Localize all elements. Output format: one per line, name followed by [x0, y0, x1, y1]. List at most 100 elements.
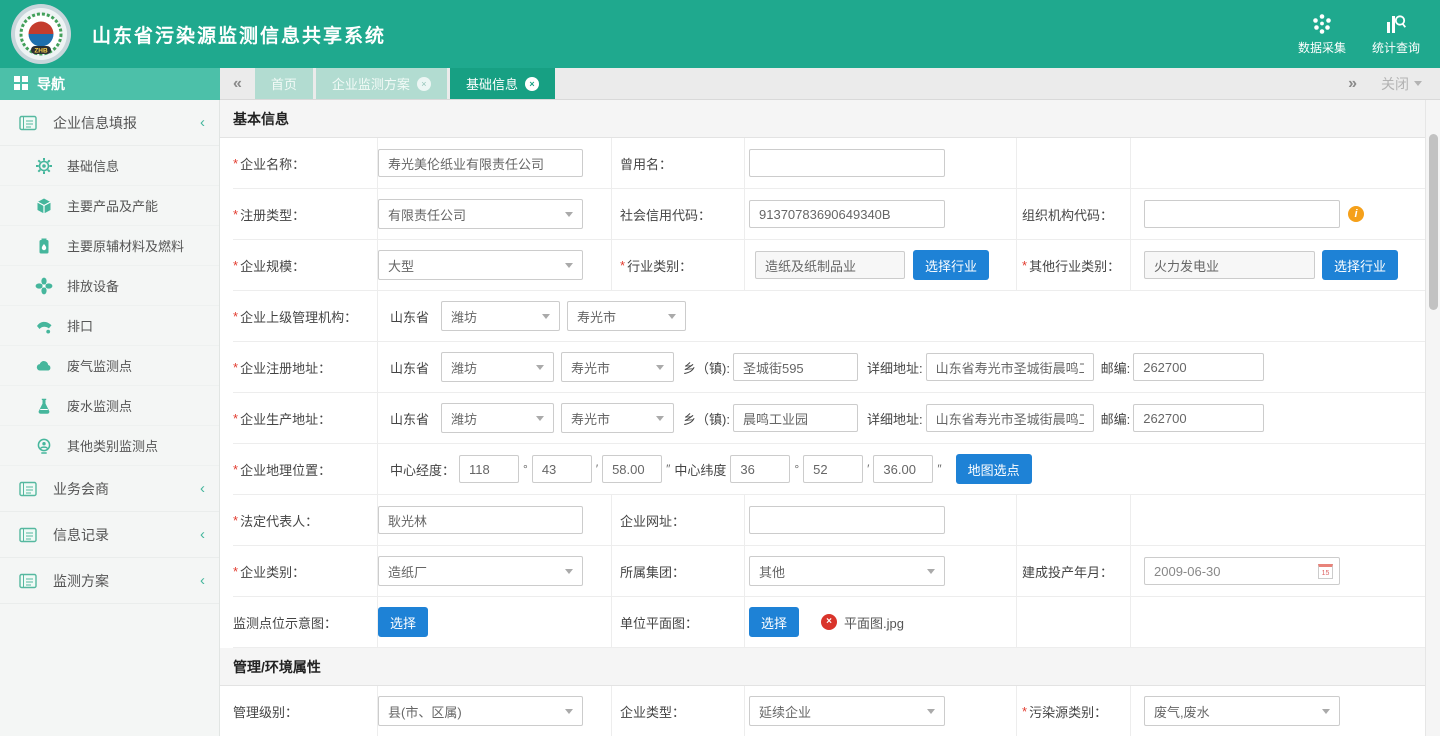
industry-label: *行业类别： [612, 240, 745, 290]
close-icon[interactable]: × [417, 77, 431, 91]
sidebar-item-emission-equipment[interactable]: 排放设备 [0, 266, 219, 306]
tabs-scroll-right-button[interactable]: » [1348, 75, 1357, 93]
scrollbar-thumb[interactable] [1429, 134, 1438, 310]
reg-address-city-select[interactable]: 潍坊 [441, 352, 554, 382]
legal-rep-label: *法定代表人： [233, 495, 378, 545]
latitude-deg-input[interactable] [730, 455, 790, 483]
sidebar-group-monitor-plan[interactable]: 监测方案 ‹ [0, 558, 219, 604]
sidebar: 企业信息填报 ‹ 基础信息 主要产品及产能 主要原辅材料及燃料 排放设备 [0, 100, 220, 736]
header-actions: 数据采集 统计查询 [1298, 12, 1440, 56]
collapse-chevron-icon[interactable]: ‹ [200, 480, 205, 497]
tab-basic-info[interactable]: 基础信息 × [450, 68, 555, 99]
tabs-scroll-left-button[interactable]: « [220, 68, 255, 99]
latitude-min-input[interactable] [803, 455, 863, 483]
sidebar-group-info-records[interactable]: 信息记录 ‹ [0, 512, 219, 558]
former-name-label: 曾用名： [612, 138, 745, 188]
parent-org-county-select[interactable]: 寿光市 [567, 301, 686, 331]
tab-home[interactable]: 首页 [255, 68, 313, 99]
app-logo-icon: ZHB [10, 3, 72, 68]
sidebar-item-waste-gas-points[interactable]: 废气监测点 [0, 346, 219, 386]
website-label: 企业网址： [612, 495, 745, 545]
parent-org-city-select[interactable]: 潍坊 [441, 301, 560, 331]
calendar-icon[interactable]: 15 [1318, 564, 1333, 579]
delete-file-icon[interactable]: × [821, 614, 837, 630]
sidebar-item-waste-water-points[interactable]: 废水监测点 [0, 386, 219, 426]
group-select[interactable]: 其他 [749, 556, 945, 586]
production-date-label: 建成投产年月： [1017, 546, 1131, 596]
longitude-min-input[interactable] [532, 455, 592, 483]
tab-basic-info-label: 基础信息 [466, 74, 518, 93]
company-type-select[interactable]: 造纸厂 [378, 556, 583, 586]
enterprise-type-label: 企业类型： [612, 686, 745, 736]
close-tabs-menu-button[interactable]: 关闭 [1381, 74, 1422, 94]
register-type-select[interactable]: 有限责任公司 [378, 199, 583, 229]
former-name-input[interactable] [749, 149, 945, 177]
select-industry-button[interactable]: 选择行业 [913, 250, 989, 280]
sidebar-item-label: 主要产品及产能 [67, 196, 158, 215]
reg-address-detail-input[interactable] [926, 353, 1094, 381]
sidebar-item-outlets[interactable]: 排口 [0, 306, 219, 346]
sidebar-item-label: 废水监测点 [67, 396, 132, 415]
website-input[interactable] [749, 506, 945, 534]
prod-address-county-select[interactable]: 寿光市 [561, 403, 674, 433]
company-type-label: *企业类别： [233, 546, 378, 596]
sidebar-item-products-capacity[interactable]: 主要产品及产能 [0, 186, 219, 226]
sidebar-group-business-consult[interactable]: 业务会商 ‹ [0, 466, 219, 512]
select-other-industry-button[interactable]: 选择行业 [1322, 250, 1398, 280]
production-date-input[interactable] [1144, 557, 1340, 585]
select-sketch-button[interactable]: 选择 [378, 607, 428, 637]
close-icon[interactable]: × [525, 77, 539, 91]
second-symbol: ″ [937, 462, 941, 476]
tab-enterprise-monitor-plan-label: 企业监测方案 [332, 74, 410, 93]
other-industry-input[interactable] [1144, 251, 1315, 279]
vertical-scrollbar[interactable] [1425, 100, 1440, 736]
stats-query-button[interactable]: 统计查询 [1372, 12, 1420, 56]
org-code-input[interactable] [1144, 200, 1340, 228]
sidebar-item-basic-info[interactable]: 基础信息 [0, 146, 219, 186]
unit-plan-label: 单位平面图： [612, 597, 745, 647]
prod-address-city-select[interactable]: 潍坊 [441, 403, 554, 433]
prod-address-label: *企业生产地址： [233, 393, 378, 443]
prod-address-town-input[interactable] [733, 404, 858, 432]
chevron-down-icon [565, 212, 573, 221]
info-icon[interactable]: i [1348, 206, 1364, 222]
longitude-deg-input[interactable] [459, 455, 519, 483]
data-collection-button[interactable]: 数据采集 [1298, 12, 1346, 56]
geo-location-label: *企业地理位置： [233, 444, 378, 494]
pollution-type-label: *污染源类别： [1017, 686, 1131, 736]
prod-address-zip-input[interactable] [1133, 404, 1264, 432]
pollution-type-select[interactable]: 废气,废水 [1144, 696, 1340, 726]
map-pick-button[interactable]: 地图选点 [956, 454, 1032, 484]
form-row: *企业规模： 大型 *行业类别： 选择行业 *其他行业类别： 选择行业 [233, 240, 1425, 291]
enterprise-type-select[interactable]: 延续企业 [749, 696, 945, 726]
app-title: 山东省污染源监测信息共享系统 [92, 21, 386, 48]
sidebar-group-enterprise-info[interactable]: 企业信息填报 ‹ [0, 100, 219, 146]
mgmt-level-select[interactable]: 县(市、区属) [378, 696, 583, 726]
reg-address-county-select[interactable]: 寿光市 [561, 352, 674, 382]
cube-icon [35, 197, 53, 215]
scale-select[interactable]: 大型 [378, 250, 583, 280]
sidebar-group-label: 信息记录 [53, 525, 109, 545]
collapse-chevron-icon[interactable]: ‹ [200, 572, 205, 589]
main-content: 基本信息 *企业名称： 曾用名： *注册类型： 有限责任公司 社会信用代码： 组… [220, 100, 1440, 736]
form-row: *企业地理位置： 中心经度： ° ′ ″ 中心纬度 ° ′ ″ 地图选 [233, 444, 1425, 495]
tab-enterprise-monitor-plan[interactable]: 企业监测方案 × [316, 68, 447, 99]
form-row: *企业注册地址： 山东省 潍坊 寿光市 乡（镇): 详细地址: 邮编: [233, 342, 1425, 393]
latitude-sec-input[interactable] [873, 455, 933, 483]
longitude-sec-input[interactable] [602, 455, 662, 483]
collapse-chevron-icon[interactable]: ‹ [200, 114, 205, 131]
industry-input[interactable] [755, 251, 905, 279]
legal-rep-input[interactable] [378, 506, 583, 534]
folder-icon [18, 572, 38, 590]
sidebar-item-raw-materials-fuel[interactable]: 主要原辅材料及燃料 [0, 226, 219, 266]
prod-address-detail-input[interactable] [926, 404, 1094, 432]
credit-code-input[interactable] [749, 200, 945, 228]
chevron-down-icon [656, 416, 664, 425]
zip-label: 邮编: [1101, 358, 1131, 377]
company-name-input[interactable] [378, 149, 583, 177]
reg-address-zip-input[interactable] [1133, 353, 1264, 381]
select-plan-button[interactable]: 选择 [749, 607, 799, 637]
sidebar-item-other-category-points[interactable]: 其他类别监测点 [0, 426, 219, 466]
collapse-chevron-icon[interactable]: ‹ [200, 526, 205, 543]
reg-address-town-input[interactable] [733, 353, 858, 381]
